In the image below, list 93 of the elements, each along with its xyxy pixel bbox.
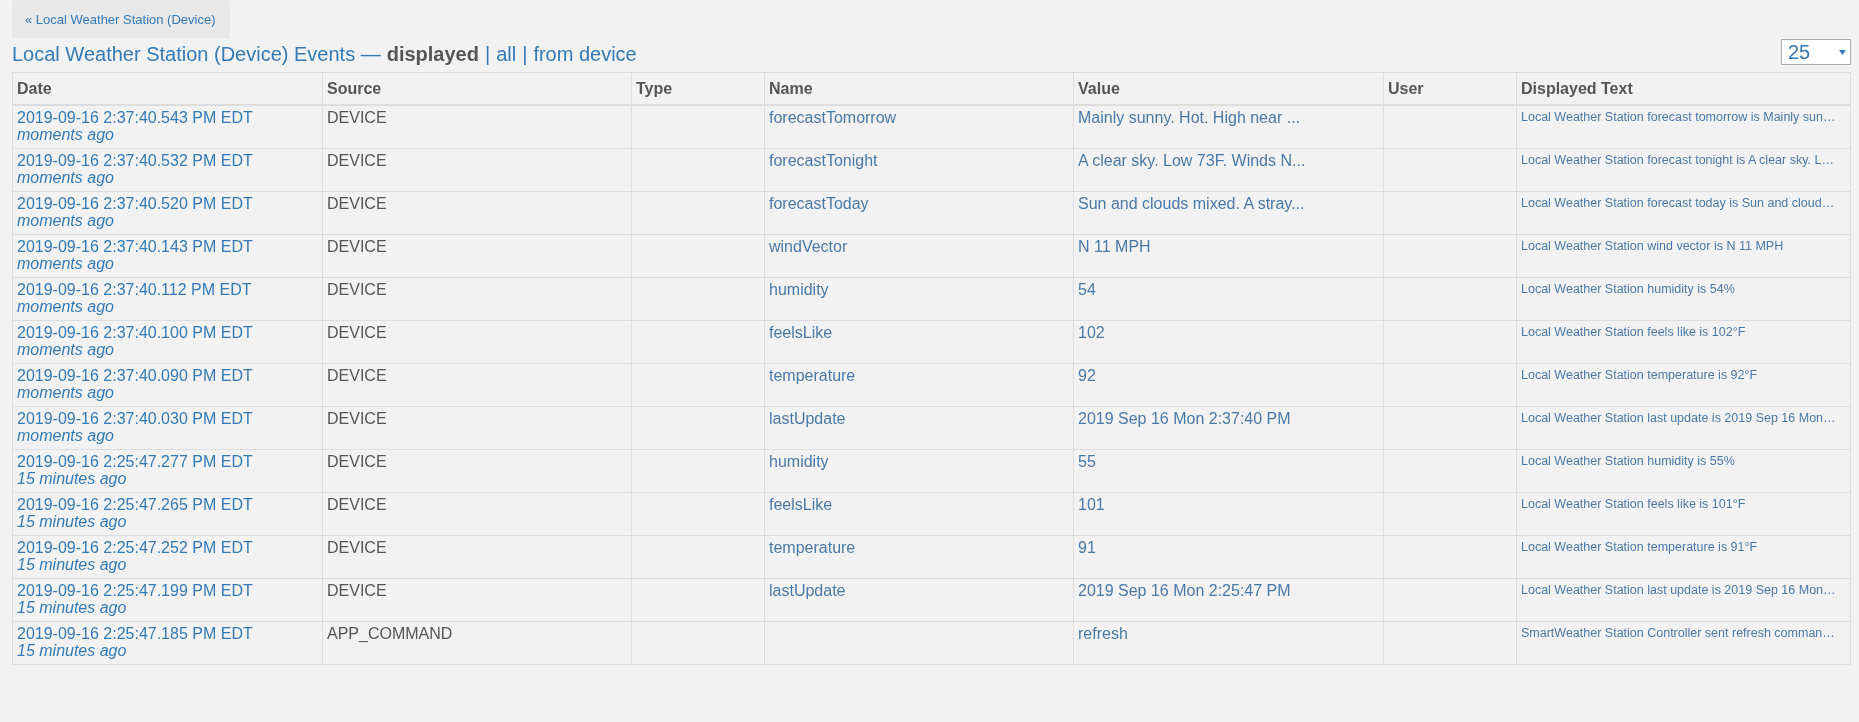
value-text: 54 xyxy=(1078,280,1096,298)
date-link[interactable]: 2019-09-16 2:37:40.532 PM EDT xyxy=(17,151,253,169)
source-text: APP_COMMAND xyxy=(327,624,453,642)
displayed-text: Local Weather Station humidity is 55% xyxy=(1521,453,1735,468)
name-text: forecastTomorrow xyxy=(769,109,897,126)
relative-time: moments ago xyxy=(17,126,115,143)
source-text: DEVICE xyxy=(327,109,387,126)
column-header: Source xyxy=(322,72,632,105)
column-header: Name xyxy=(764,72,1074,105)
relative-time: moments ago xyxy=(17,297,115,315)
source-text: DEVICE xyxy=(327,280,387,298)
page-size-select[interactable]: 25 xyxy=(1781,39,1851,65)
displayed-text: Local Weather Station feels like is 101°F xyxy=(1521,496,1746,511)
relative-time: moments ago xyxy=(17,254,115,272)
name-text: humidity xyxy=(769,280,829,298)
displayed-text: Local Weather Station forecast tonight is A clear sky. L… xyxy=(1521,152,1834,167)
source-text: DEVICE xyxy=(327,366,387,384)
date-link[interactable]: 2019-09-16 2:37:40.543 PM EDT xyxy=(17,109,253,126)
back-link[interactable]: « Local Weather Station (Device) xyxy=(12,0,230,38)
relative-time: moments ago xyxy=(17,426,115,444)
value-text: 91 xyxy=(1078,538,1096,556)
source-text: DEVICE xyxy=(327,538,387,556)
value-text: 102 xyxy=(1078,323,1105,341)
date-link[interactable]: 2019-09-16 2:37:40.090 PM EDT xyxy=(17,366,253,384)
value-text: 92 xyxy=(1078,366,1096,384)
source-text: DEVICE xyxy=(327,237,387,255)
displayed-text: Local Weather Station temperature is 92°F xyxy=(1521,367,1758,382)
source-text: DEVICE xyxy=(327,581,387,599)
relative-time: 15 minutes ago xyxy=(17,512,128,530)
name-text: temperature xyxy=(769,366,856,384)
date-link[interactable]: 2019-09-16 2:37:40.100 PM EDT xyxy=(17,323,253,341)
date-link[interactable]: 2019-09-16 2:25:47.185 PM EDT xyxy=(17,624,253,642)
value-text: refresh xyxy=(1078,624,1128,642)
name-text: humidity xyxy=(769,452,829,470)
relative-time: 15 minutes ago xyxy=(17,641,128,659)
value-text: 2019 Sep 16 Mon 2:25:47 PM xyxy=(1078,581,1291,599)
displayed-text: Local Weather Station forecast today is Sun and cloud… xyxy=(1521,195,1835,210)
source-text: DEVICE xyxy=(327,194,387,212)
displayed-text: Local Weather Station last update is 2019 Sep 16 Mon… xyxy=(1521,582,1836,597)
date-link[interactable]: 2019-09-16 2:25:47.199 PM EDT xyxy=(17,581,253,599)
relative-time: 15 minutes ago xyxy=(17,469,128,487)
relative-time: moments ago xyxy=(17,383,115,401)
displayed-text: Local Weather Station forecast tomorrow is Mainly sun… xyxy=(1521,110,1836,124)
value-text: 2019 Sep 16 Mon 2:37:40 PM xyxy=(1078,409,1291,427)
relative-time: moments ago xyxy=(17,211,115,229)
relative-time: moments ago xyxy=(17,168,115,186)
displayed-text: Local Weather Station temperature is 91°F xyxy=(1521,539,1758,554)
current-view: displayed xyxy=(386,43,479,66)
name-text: forecastTonight xyxy=(769,151,878,169)
relative-time: 15 minutes ago xyxy=(17,555,128,573)
displayed-text: Local Weather Station feels like is 102°F xyxy=(1521,324,1746,339)
date-link[interactable]: 2019-09-16 2:25:47.277 PM EDT xyxy=(17,452,253,470)
date-link[interactable]: 2019-09-16 2:37:40.112 PM EDT xyxy=(17,280,252,298)
separator: | xyxy=(484,43,491,66)
name-text: feelsLike xyxy=(769,323,833,341)
source-text: DEVICE xyxy=(327,151,387,169)
value-text: 55 xyxy=(1078,452,1096,470)
date-link[interactable]: 2019-09-16 2:25:47.252 PM EDT xyxy=(17,538,253,556)
caret-icon xyxy=(1839,49,1846,55)
source-text: DEVICE xyxy=(327,409,387,427)
name-text: temperature xyxy=(769,538,856,556)
displayed-text: Local Weather Station last update is 2019 Sep 16 Mon… xyxy=(1521,410,1836,425)
name-text: lastUpdate xyxy=(769,409,846,427)
value-text: 101 xyxy=(1078,495,1105,513)
name-text: lastUpdate xyxy=(769,581,846,599)
column-header: Date xyxy=(12,72,323,105)
column-header: Displayed Text xyxy=(1516,72,1851,105)
name-text: forecastToday xyxy=(769,194,869,212)
column-header: Value xyxy=(1073,72,1384,105)
displayed-text: Local Weather Station humidity is 54% xyxy=(1521,281,1735,296)
source-text: DEVICE xyxy=(327,323,387,341)
date-link[interactable]: 2019-09-16 2:37:40.520 PM EDT xyxy=(17,194,253,212)
date-link[interactable]: 2019-09-16 2:25:47.265 PM EDT xyxy=(17,495,253,513)
column-header: Type xyxy=(631,72,765,105)
name-text: feelsLike xyxy=(769,495,833,513)
relative-time: moments ago xyxy=(17,340,115,358)
value-text: A clear sky. Low 73F. Winds N... xyxy=(1078,151,1306,169)
view-link[interactable]: from device xyxy=(533,43,637,66)
column-header: User xyxy=(1383,72,1517,105)
date-link[interactable]: 2019-09-16 2:37:40.030 PM EDT xyxy=(17,409,253,427)
value-text: Sun and clouds mixed. A stray... xyxy=(1078,194,1305,212)
source-text: DEVICE xyxy=(327,452,387,470)
name-text: windVector xyxy=(769,237,848,255)
value-text: Mainly sunny. Hot. High near ... xyxy=(1078,109,1301,126)
page-title: Local Weather Station (Device) Events — xyxy=(12,43,381,66)
displayed-text: Local Weather Station wind vector is N 11 MPH xyxy=(1521,238,1784,253)
displayed-text: SmartWeather Station Controller sent refresh comman… xyxy=(1521,625,1835,640)
separator: | xyxy=(522,43,528,66)
source-text: DEVICE xyxy=(327,495,387,513)
view-link[interactable]: all xyxy=(496,43,517,66)
value-text: N 11 MPH xyxy=(1078,237,1151,255)
date-link[interactable]: 2019-09-16 2:37:40.143 PM EDT xyxy=(17,237,253,255)
relative-time: 15 minutes ago xyxy=(17,598,128,616)
